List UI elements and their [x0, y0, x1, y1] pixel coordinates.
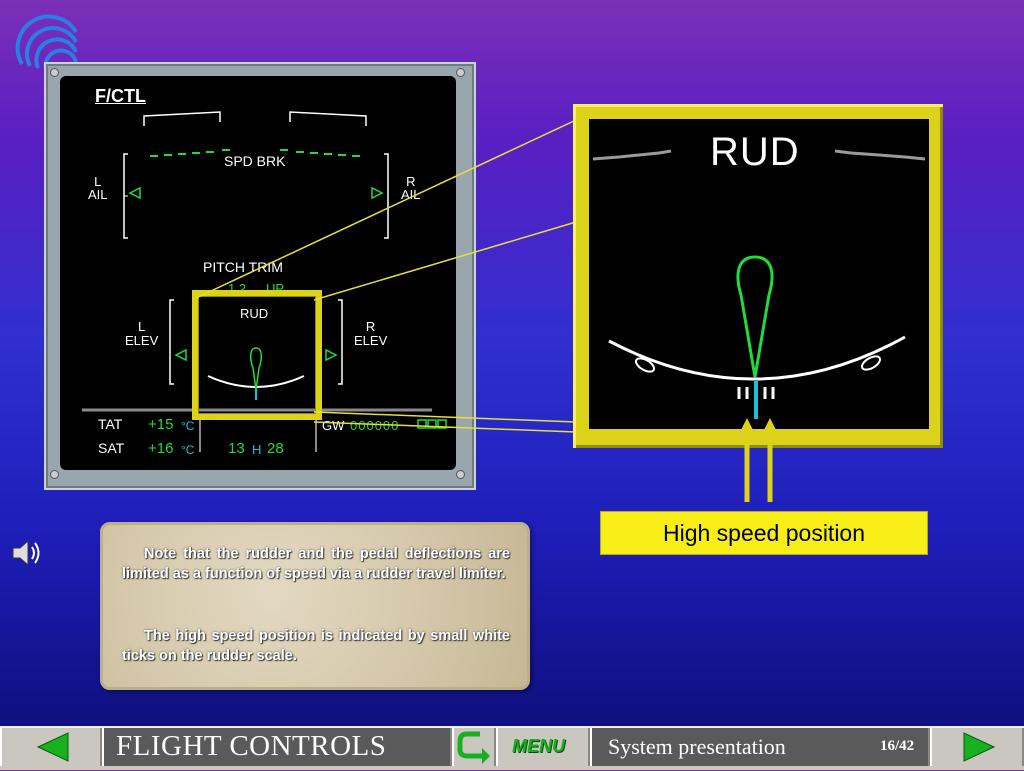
subtitle-cell: System presentation 16/42 — [590, 728, 930, 766]
page-counter: 16/42 — [880, 738, 915, 754]
left-arrow-icon — [36, 732, 69, 762]
zoom-rud-label: RUD — [710, 130, 800, 174]
next-button[interactable] — [930, 728, 1024, 766]
back-button[interactable] — [452, 728, 496, 766]
section-title: FLIGHT CONTROLS — [116, 730, 387, 762]
note-paragraph-1: Note that the rudder and the pedal defle… — [122, 546, 510, 582]
menu-label: MENU — [512, 736, 565, 756]
right-arrow-icon — [963, 732, 996, 762]
section-subtitle: System presentation — [608, 734, 786, 759]
high-speed-callout: High speed position — [600, 511, 928, 555]
note-panel: Note that the rudder and the pedal defle… — [100, 522, 530, 690]
speaker-icon[interactable] — [10, 536, 44, 570]
return-arrow-icon — [457, 731, 490, 764]
prev-button[interactable] — [0, 728, 102, 766]
arrow-icon — [739, 418, 778, 502]
note-paragraph-2: The high speed position is indicated by … — [122, 628, 510, 664]
section-title-cell: FLIGHT CONTROLS — [102, 728, 452, 766]
menu-button[interactable]: MENU — [496, 728, 590, 766]
